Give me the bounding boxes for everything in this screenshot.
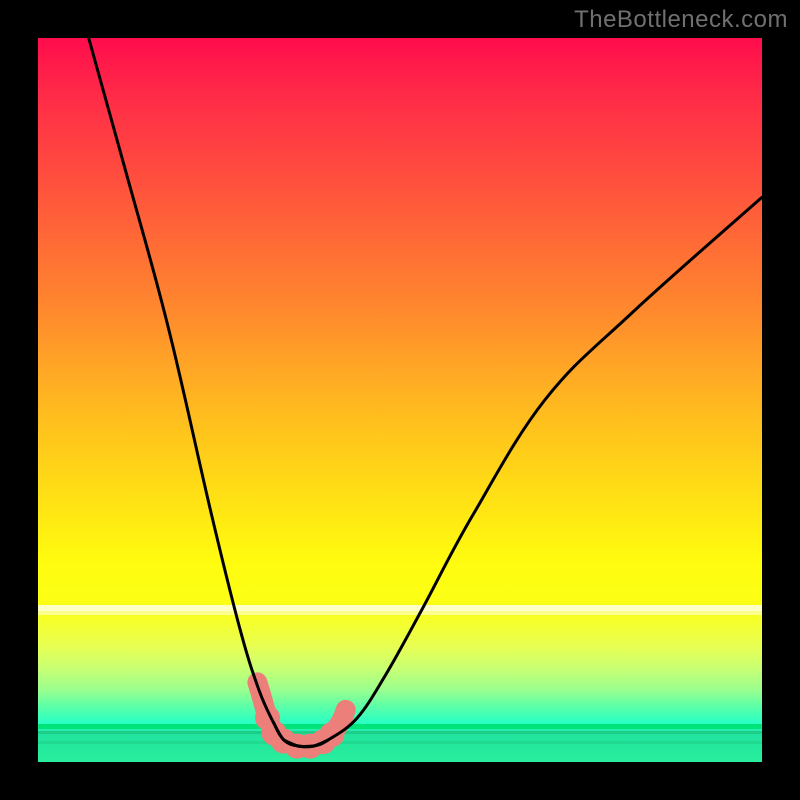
chart-frame: TheBottleneck.com (0, 0, 800, 800)
marker-blob (337, 701, 355, 719)
curves-svg (38, 38, 762, 762)
attribution-label: TheBottleneck.com (574, 6, 788, 34)
right-curve (284, 197, 762, 747)
left-curve (89, 38, 313, 747)
plot-area (38, 38, 762, 762)
